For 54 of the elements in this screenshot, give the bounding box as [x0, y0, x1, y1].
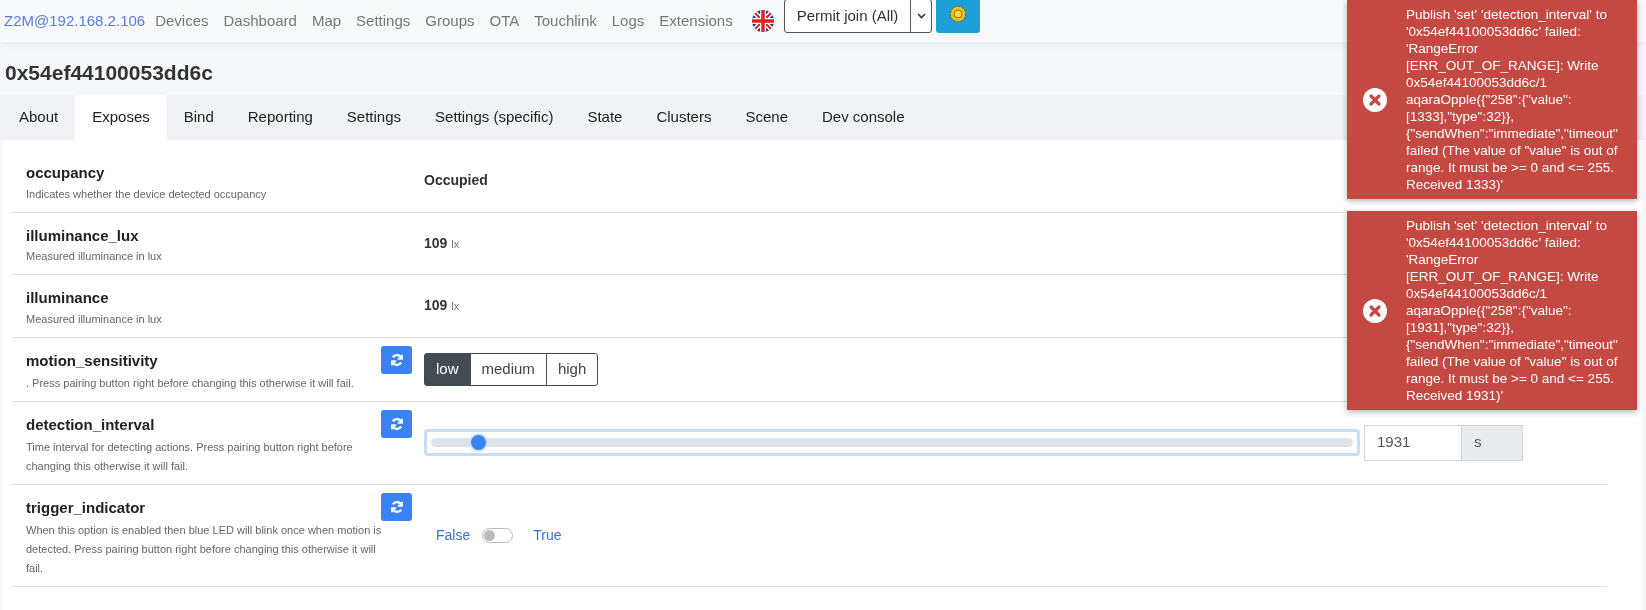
nav-link[interactable]: Map — [311, 9, 342, 33]
nav-link[interactable]: Logs — [611, 9, 645, 33]
unit-text: lx — [451, 299, 460, 315]
refresh-icon — [389, 416, 404, 431]
error-message: Publish 'set' 'detection_interval' to '0x54ef44100053dd6c' failed: 'RangeError [ERR_OUT_OF_RANGE]: Write 0x54ef44100053dd6c/1 aqaraOpple({"258":{"value": [1931],"type":32}}, {"sendWhen":"immediate","timeout" failed (The value of "value" is out of range. It must be >= 0 and <= 255. Received 1931)' — [1406, 217, 1619, 404]
property-description: When this option is enabled then blue LED will blink once when motion is detected. Press pairing button right before changing this otherwise it will fail. — [26, 522, 383, 576]
value-text: Occupied — [424, 171, 488, 191]
true-link[interactable]: True — [533, 524, 562, 546]
slider-thumb[interactable] — [469, 433, 489, 452]
unit-label: s — [1461, 424, 1523, 461]
caret-icon — [916, 13, 926, 19]
property-name: occupancy — [26, 163, 105, 183]
value-text: 109 — [424, 233, 448, 253]
property-name: illuminance_lux — [26, 225, 139, 246]
option-button[interactable]: high — [545, 352, 599, 386]
option-button[interactable]: low — [424, 352, 471, 386]
error-icon — [1362, 297, 1388, 324]
property-name: illuminance — [26, 288, 109, 308]
refresh-button[interactable] — [381, 345, 412, 374]
refresh-icon — [389, 352, 404, 367]
property-description: Indicates whether the device detected occupancy — [26, 186, 268, 202]
unit-text: lx — [451, 236, 460, 252]
error-icon — [1362, 86, 1388, 113]
sun-icon — [949, 5, 968, 23]
refresh-button[interactable] — [381, 492, 412, 521]
tab[interactable]: Exposes — [75, 95, 167, 140]
property-description: Time interval for detecting actions. Press pairing button right before changing this otherwise it will fail. — [26, 439, 354, 474]
number-field[interactable]: 1931 — [1364, 424, 1462, 461]
value-text: 109 — [424, 296, 448, 316]
property-description: . Press pairing button right before changing this otherwise it will fail. — [26, 375, 355, 391]
nav-link[interactable]: Settings — [356, 9, 411, 33]
nav-link[interactable]: Touchlink — [534, 9, 597, 33]
property-description: Measured illuminance in lux — [26, 311, 163, 327]
brand-link[interactable]: Z2M@192.168.2.106 — [4, 9, 146, 33]
theme-button[interactable] — [936, 0, 981, 33]
property-description: Measured illuminance in lux — [26, 249, 163, 264]
property-name: motion_sensitivity — [26, 350, 158, 371]
nav-link[interactable]: Extensions — [659, 9, 733, 33]
nav-link[interactable]: OTA — [489, 9, 520, 33]
false-link[interactable]: False — [436, 524, 471, 546]
refresh-button[interactable] — [381, 409, 412, 438]
property-name: trigger_indicator — [26, 497, 146, 518]
slider[interactable] — [424, 429, 1360, 456]
device-title: 0x54ef44100053dd6c — [5, 60, 213, 83]
flag-icon[interactable] — [751, 10, 774, 32]
nav-link[interactable]: Devices — [155, 9, 209, 33]
property-name: detection_interval — [26, 414, 155, 435]
nav-link[interactable]: Groups — [425, 9, 475, 33]
error-message: Publish 'set' 'detection_interval' to '0x54ef44100053dd6c' failed: 'RangeError [ERR_OUT_OF_RANGE]: Write 0x54ef44100053dd6c/1 aqaraOpple({"258":{"value": [1333],"type":32}}, {"sendWhen":"immediate","timeout" failed (The value of "value" is out of range. It must be >= 0 and <= 255. Received 1333)' — [1406, 6, 1619, 193]
option-button[interactable]: medium — [469, 352, 547, 386]
toggle-switch[interactable] — [482, 527, 514, 543]
nav-link[interactable]: Dashboard — [223, 9, 297, 33]
refresh-icon — [389, 499, 404, 514]
permit-join-button[interactable]: Permit join (All) — [784, 0, 912, 32]
